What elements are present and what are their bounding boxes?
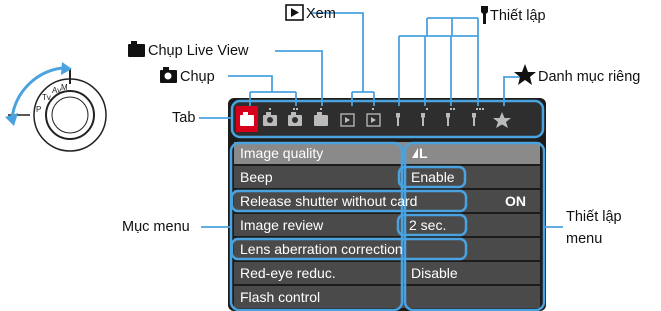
menu-item-red-eye[interactable]: Red-eye reduc. bbox=[240, 262, 336, 284]
value-beep: Enable bbox=[411, 169, 455, 185]
label-playback: Xem bbox=[306, 6, 336, 22]
camera-icon bbox=[160, 67, 177, 83]
label-menu-settings-line2: menu bbox=[566, 231, 603, 247]
menu-item-image-quality[interactable]: Image quality bbox=[240, 142, 323, 164]
value-image-quality: L bbox=[419, 145, 428, 161]
value-red-eye: Disable bbox=[411, 265, 458, 281]
label-live-view-shooting: Chụp Live View bbox=[148, 43, 249, 59]
value-image-review: 2 sec. bbox=[409, 217, 447, 233]
label-setup: Thiết lập bbox=[490, 8, 546, 24]
menu-item-flash-control[interactable]: Flash control bbox=[240, 286, 320, 308]
menu-item-beep[interactable]: Beep bbox=[240, 166, 273, 188]
label-my-menu: Danh mục riêng bbox=[538, 69, 641, 85]
mode-dial-icon: Tv P Av M bbox=[5, 62, 107, 152]
play-icon bbox=[285, 4, 304, 21]
label-menu-items: Mục menu bbox=[122, 219, 190, 235]
label-menu-settings-line1: Thiết lập bbox=[566, 209, 622, 225]
svg-text:M: M bbox=[61, 83, 68, 92]
menu-item-lens-aberration[interactable]: Lens aberration correction bbox=[240, 238, 403, 260]
svg-text:P: P bbox=[36, 105, 41, 114]
camera-icon bbox=[128, 41, 145, 57]
menu-item-release-shutter[interactable]: Release shutter without card bbox=[240, 190, 417, 212]
label-tab: Tab bbox=[172, 110, 196, 126]
svg-text:Tv: Tv bbox=[42, 93, 51, 102]
wrench-icon bbox=[481, 6, 488, 24]
star-icon bbox=[514, 64, 536, 85]
menu-item-image-review[interactable]: Image review bbox=[240, 214, 323, 236]
value-release-shutter: ON bbox=[505, 193, 526, 209]
label-shooting: Chụp bbox=[180, 69, 215, 85]
svg-text:Av: Av bbox=[52, 86, 61, 95]
